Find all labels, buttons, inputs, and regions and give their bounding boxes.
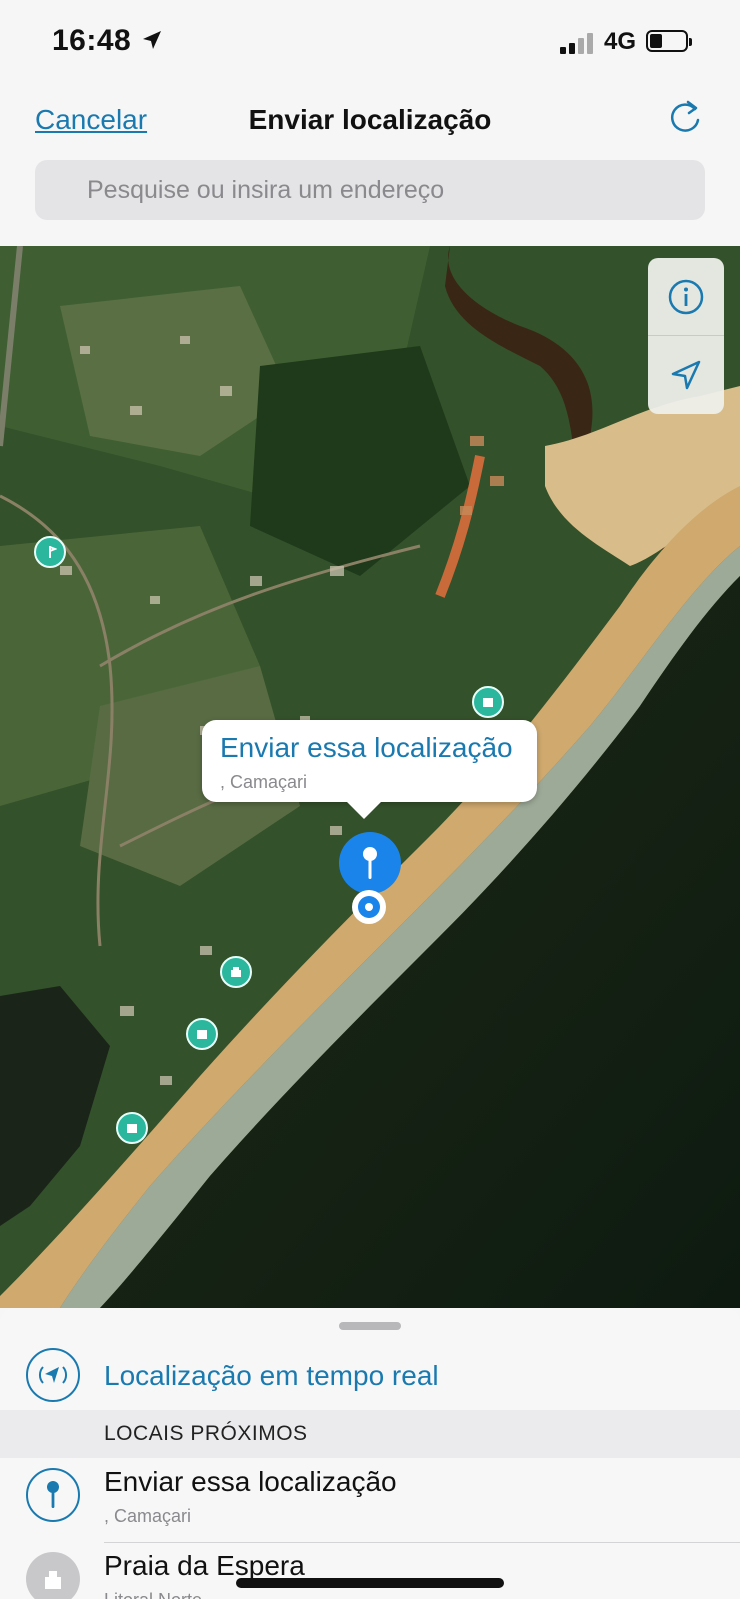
section-header-label: LOCAIS PRÓXIMOS — [104, 1422, 308, 1445]
place-icon — [26, 1552, 80, 1599]
live-location-icon — [26, 1348, 80, 1402]
poi-marker[interactable] — [34, 536, 66, 568]
nav-header: Cancelar Enviar localização — [0, 84, 740, 160]
location-arrow-icon — [143, 31, 161, 49]
search-bar[interactable] — [35, 160, 705, 220]
bottom-sheet: Localização em tempo real LOCAIS PRÓXIMO… — [0, 1308, 740, 1599]
dropped-pin-icon[interactable] — [339, 832, 401, 894]
status-bar: 16:48 4G — [0, 0, 740, 84]
list-item-subtitle: , Camaçari — [104, 1506, 192, 1526]
sheet-grabber[interactable] — [339, 1322, 401, 1330]
page-title: Enviar localização — [248, 104, 492, 135]
live-location-row[interactable]: Localização em tempo real — [0, 1336, 740, 1418]
recenter-button[interactable] — [648, 336, 724, 414]
navigation-arrow-icon — [671, 360, 701, 390]
callout-title: Enviar essa localização — [220, 732, 513, 763]
list-item-subtitle: Litoral Norte — [104, 1590, 202, 1599]
list-item-title: Enviar essa localização — [104, 1466, 397, 1497]
callout-subtitle: , Camaçari — [220, 772, 308, 792]
map-controls — [648, 258, 724, 414]
poi-marker[interactable] — [220, 956, 252, 988]
nearby-section-header: LOCAIS PRÓXIMOS — [0, 1410, 740, 1458]
info-button[interactable] — [648, 258, 724, 336]
pin-icon — [26, 1468, 80, 1522]
poi-marker[interactable] — [116, 1112, 148, 1144]
status-time: 16:48 — [52, 24, 132, 57]
info-icon — [668, 279, 704, 314]
network-type: 4G — [604, 28, 637, 55]
home-indicator[interactable] — [236, 1578, 504, 1588]
list-item[interactable]: Praia da Espera Litoral Norte — [0, 1542, 740, 1599]
signal-icon — [560, 32, 596, 54]
list-item[interactable]: Enviar essa localização , Camaçari — [0, 1458, 740, 1540]
map-view[interactable]: Enviar essa localização , Camaçari — [0, 246, 740, 1308]
current-location-dot — [352, 890, 386, 924]
refresh-icon[interactable] — [664, 96, 706, 138]
search-input[interactable] — [35, 160, 705, 220]
battery-icon — [646, 30, 692, 52]
live-location-label: Localização em tempo real — [104, 1360, 439, 1391]
poi-marker[interactable] — [186, 1018, 218, 1050]
poi-marker[interactable] — [472, 686, 504, 718]
location-callout[interactable]: Enviar essa localização , Camaçari — [202, 720, 537, 802]
